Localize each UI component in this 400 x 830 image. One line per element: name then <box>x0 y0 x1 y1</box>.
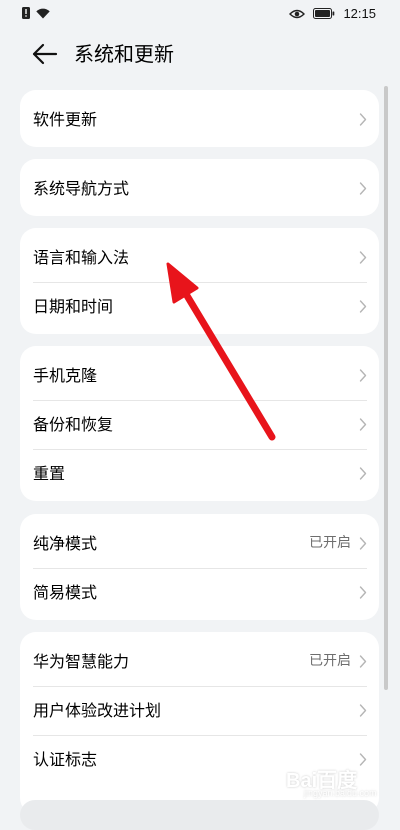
status-bar: 12:15 <box>0 0 400 28</box>
scrollbar[interactable] <box>384 86 388 690</box>
back-arrow-icon[interactable] <box>30 39 60 69</box>
settings-item-user-experience[interactable]: 用户体验改进计划 <box>20 686 379 735</box>
settings-item-label: 华为智慧能力 <box>33 652 130 671</box>
chevron-right-icon <box>359 655 367 668</box>
settings-item-label: 用户体验改进计划 <box>33 701 162 720</box>
page-title: 系统和更新 <box>74 42 174 66</box>
baidu-watermark: Bai百度 jingyan.baidu.com <box>286 760 386 804</box>
chevron-right-icon <box>359 467 367 480</box>
settings-item-status: 已开启 <box>309 535 351 551</box>
settings-item-label: 日期和时间 <box>33 297 114 316</box>
settings-group: 语言和输入法 日期和时间 <box>20 228 379 334</box>
alert-icon <box>22 7 30 19</box>
settings-group: 手机克隆 备份和恢复 重置 <box>20 346 379 501</box>
eye-icon <box>289 9 306 18</box>
settings-group-partial <box>20 800 379 830</box>
chevron-right-icon <box>359 300 367 313</box>
settings-item-backup-restore[interactable]: 备份和恢复 <box>20 400 379 449</box>
settings-item-label: 重置 <box>33 464 66 483</box>
settings-item-label: 备份和恢复 <box>33 415 114 434</box>
status-time: 12:15 <box>343 6 376 21</box>
settings-item-system-navigation[interactable]: 系统导航方式 <box>20 164 379 213</box>
divider <box>33 449 367 450</box>
battery-icon <box>313 8 335 19</box>
chevron-right-icon <box>359 704 367 717</box>
chevron-right-icon <box>359 369 367 382</box>
settings-item-language-input[interactable]: 语言和输入法 <box>20 233 379 282</box>
settings-item-pure-mode[interactable]: 纯净模式 已开启 <box>20 519 379 568</box>
chevron-right-icon <box>359 537 367 550</box>
chevron-right-icon <box>359 586 367 599</box>
settings-group: 软件更新 <box>20 90 379 147</box>
settings-item-label: 语言和输入法 <box>33 248 130 267</box>
settings-group: 系统导航方式 <box>20 159 379 216</box>
settings-item-label: 软件更新 <box>33 110 98 129</box>
status-left <box>22 7 50 19</box>
header: 系统和更新 <box>0 28 400 80</box>
settings-item-simple-mode[interactable]: 简易模式 <box>20 568 379 617</box>
settings-item-label: 系统导航方式 <box>33 179 130 198</box>
watermark-sub: jingyan.baidu.com <box>304 788 377 798</box>
chevron-right-icon <box>359 251 367 264</box>
wifi-icon <box>36 8 50 18</box>
settings-item-label: 认证标志 <box>33 750 98 769</box>
chevron-right-icon <box>359 113 367 126</box>
settings-item-label: 手机克隆 <box>33 366 98 385</box>
settings-item-phone-clone[interactable]: 手机克隆 <box>20 351 379 400</box>
settings-item-reset[interactable]: 重置 <box>20 449 379 498</box>
settings-item-label: 简易模式 <box>33 583 98 602</box>
settings-item-label: 纯净模式 <box>33 534 98 553</box>
status-right: 12:15 <box>289 6 376 21</box>
settings-item-status: 已开启 <box>309 653 351 669</box>
settings-item-huawei-smart[interactable]: 华为智慧能力 已开启 <box>20 637 379 686</box>
settings-item-date-time[interactable]: 日期和时间 <box>20 282 379 331</box>
chevron-right-icon <box>359 418 367 431</box>
settings-item-software-update[interactable]: 软件更新 <box>20 95 379 144</box>
settings-group: 纯净模式 已开启 简易模式 <box>20 514 379 620</box>
chevron-right-icon <box>359 182 367 195</box>
